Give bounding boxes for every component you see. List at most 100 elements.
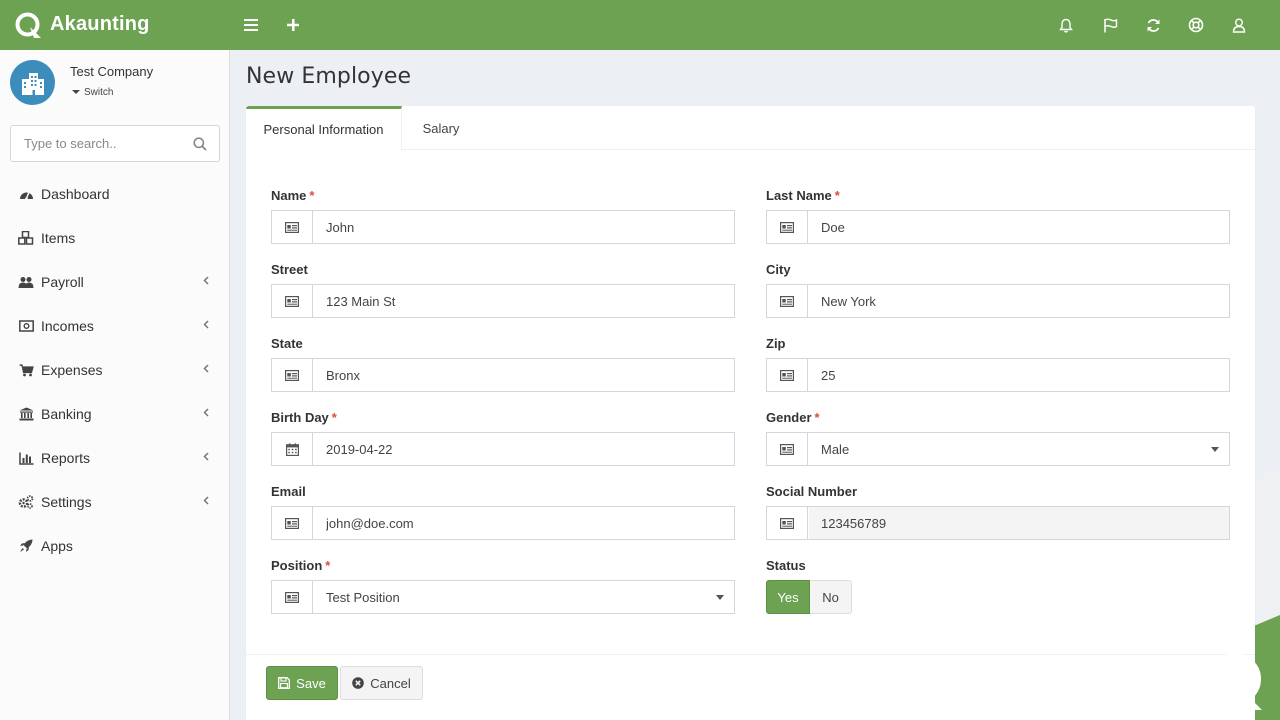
cubes-icon: [18, 230, 34, 246]
sidebar-item-incomes[interactable]: Incomes: [0, 304, 229, 348]
sidebar-item-label: Reports: [41, 450, 91, 466]
calendar-icon: [272, 433, 313, 465]
status-yes-button[interactable]: Yes: [766, 580, 810, 614]
id-card-icon: [767, 433, 808, 465]
id-card-icon: [767, 507, 808, 539]
company-switch-label: Switch: [84, 87, 114, 98]
birth-day-label: Birth Day *: [271, 410, 337, 425]
caret-down-icon: [716, 595, 724, 600]
caret-down-icon: [1211, 447, 1219, 452]
users-icon: [18, 274, 34, 290]
support-icon: [1188, 17, 1204, 33]
employee-form-card: Personal Information Salary Name* Last N…: [246, 106, 1255, 720]
social-number-input[interactable]: [809, 507, 1229, 539]
company-switch-link[interactable]: Switch: [72, 87, 113, 98]
required-marker: *: [325, 558, 331, 573]
sidebar-item-dashboard[interactable]: Dashboard: [0, 172, 229, 216]
user-menu-button[interactable]: [1227, 13, 1251, 37]
flag-icon: [1103, 18, 1117, 32]
last-name-field-group: [766, 210, 1230, 244]
company-avatar: [10, 60, 55, 105]
last-name-input[interactable]: [809, 211, 1229, 243]
state-label: State: [271, 336, 303, 351]
street-field-group: [271, 284, 735, 318]
gender-select[interactable]: [809, 433, 1229, 465]
chevron-left-icon: [203, 408, 209, 417]
id-card-icon: [767, 359, 808, 391]
tab-bar: Personal Information Salary: [246, 106, 1255, 150]
birth-day-field-group: [271, 432, 735, 466]
email-input[interactable]: [314, 507, 734, 539]
required-marker: *: [834, 188, 840, 203]
gender-field-group[interactable]: [766, 432, 1230, 466]
save-icon: [278, 677, 291, 689]
city-input[interactable]: [809, 285, 1229, 317]
company-name: Test Company: [70, 64, 154, 79]
email-field-group: [271, 506, 735, 540]
street-input[interactable]: [314, 285, 734, 317]
name-field-group: [271, 210, 735, 244]
search-icon[interactable]: [193, 137, 207, 151]
akaunting-logo-icon: [15, 12, 41, 38]
state-field-group: [271, 358, 735, 392]
notifications-button[interactable]: [1054, 13, 1078, 37]
cancel-button[interactable]: Cancel: [340, 666, 423, 700]
state-input[interactable]: [314, 359, 734, 391]
building-icon: [21, 72, 44, 95]
status-no-button[interactable]: No: [810, 580, 852, 614]
id-card-icon: [272, 285, 313, 317]
name-input[interactable]: [314, 211, 734, 243]
sidebar-toggle-button[interactable]: [239, 13, 263, 37]
chevron-left-icon: [203, 276, 209, 285]
chevron-left-icon: [203, 320, 209, 329]
position-select[interactable]: [314, 581, 734, 613]
menu-icon: [244, 19, 258, 31]
sidebar-item-expenses[interactable]: Expenses: [0, 348, 229, 392]
id-card-icon: [272, 507, 313, 539]
money-icon: [18, 318, 34, 334]
app-name: Akaunting: [50, 13, 150, 35]
birth-day-input[interactable]: [314, 433, 734, 465]
sidebar-item-label: Items: [41, 230, 76, 246]
status-toggle: Yes No: [766, 580, 852, 614]
zip-field-group: [766, 358, 1230, 392]
updates-button[interactable]: [1098, 13, 1122, 37]
name-label: Name *: [271, 188, 315, 203]
save-button[interactable]: Save: [266, 666, 338, 700]
sidebar-item-reports[interactable]: Reports: [0, 436, 229, 480]
tab-personal-information[interactable]: Personal Information: [246, 106, 402, 150]
refresh-button[interactable]: [1141, 13, 1165, 37]
id-card-icon: [272, 359, 313, 391]
email-label: Email: [271, 484, 306, 499]
akaunting-watermark-icon: [1209, 653, 1262, 710]
sidebar-search: [10, 125, 220, 162]
id-card-icon: [272, 581, 313, 613]
user-icon: [1232, 18, 1246, 33]
rocket-icon: [18, 538, 34, 554]
cogs-icon: [18, 494, 34, 510]
id-card-icon: [767, 211, 808, 243]
plus-icon: [287, 19, 299, 31]
sidebar-item-settings[interactable]: Settings: [0, 480, 229, 524]
zip-input[interactable]: [809, 359, 1229, 391]
last-name-label: Last Name *: [766, 188, 840, 203]
quick-add-button[interactable]: [281, 13, 305, 37]
gender-label: Gender *: [766, 410, 820, 425]
required-marker: *: [309, 188, 315, 203]
city-field-group: [766, 284, 1230, 318]
chevron-left-icon: [203, 452, 209, 461]
cancel-button-label: Cancel: [370, 675, 411, 691]
search-input[interactable]: [12, 127, 182, 160]
tab-salary[interactable]: Salary: [402, 106, 480, 150]
sidebar-item-payroll[interactable]: Payroll: [0, 260, 229, 304]
support-button[interactable]: [1184, 13, 1208, 37]
app-logo[interactable]: Akaunting: [14, 11, 150, 38]
sidebar-item-apps[interactable]: Apps: [0, 524, 229, 568]
position-field-group[interactable]: [271, 580, 735, 614]
sidebar-item-items[interactable]: Items: [0, 216, 229, 260]
times-circle-icon: [352, 677, 365, 689]
sidebar-item-banking[interactable]: Banking: [0, 392, 229, 436]
dashboard-icon: [18, 186, 34, 202]
required-marker: *: [814, 410, 820, 425]
cart-icon: [18, 362, 34, 378]
